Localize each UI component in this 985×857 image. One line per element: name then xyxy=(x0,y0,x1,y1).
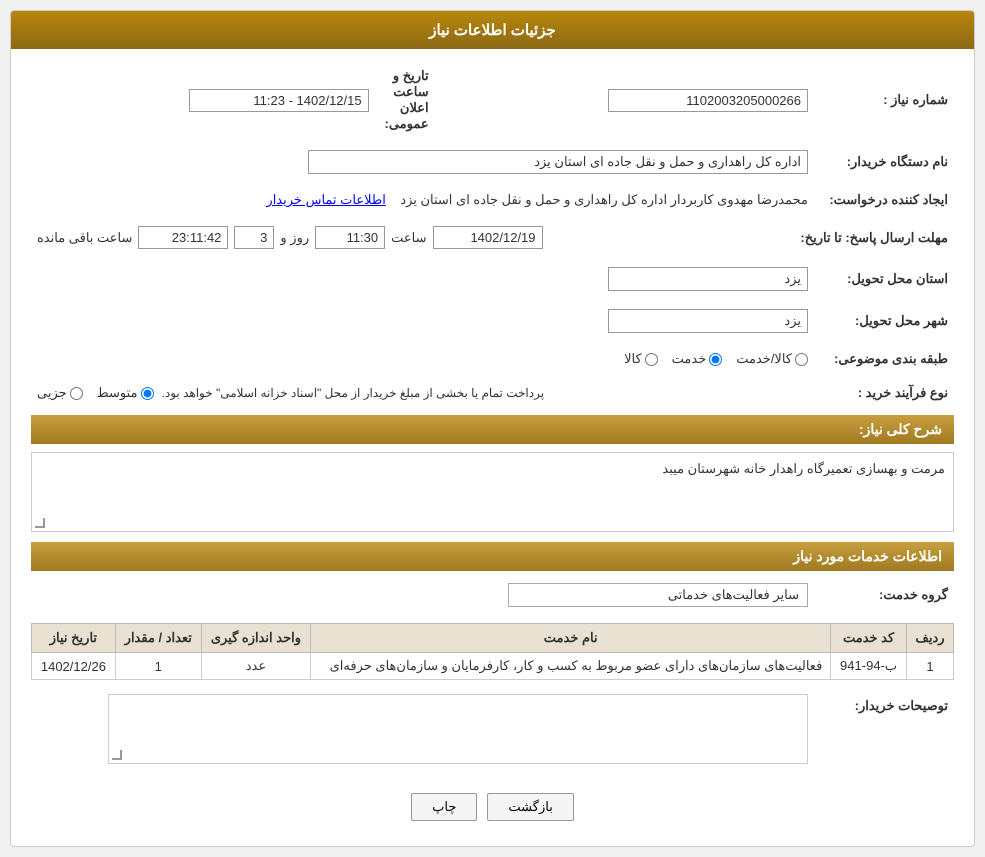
col-header-unit: واحد اندازه گیری xyxy=(201,624,310,653)
deadline-time: 11:30 xyxy=(315,226,385,249)
buyer-comments-box xyxy=(108,694,808,764)
card-body: شماره نیاز : 1102003205000266 تاریخ و سا… xyxy=(11,49,974,846)
category-radio-group: کالا/خدمت خدمت کالا xyxy=(37,351,808,367)
description-section-header: شرح کلی نیاز: xyxy=(31,415,954,444)
description-text: مرمت و بهسازی تعمیرگاه راهدار خانه شهرست… xyxy=(32,453,953,485)
cell-code: ب-94-941 xyxy=(831,653,907,680)
cell-name: فعالیت‌های سازمان‌های دارای عضو مربوط به… xyxy=(311,653,831,680)
requester-value: محمدرضا مهدوی کاربردار اداره کل راهداری … xyxy=(400,192,808,207)
col-header-name: نام خدمت xyxy=(311,624,831,653)
cell-quantity: 1 xyxy=(115,653,201,680)
resize-handle-icon xyxy=(35,518,45,528)
deadline-days: 3 xyxy=(234,226,274,249)
print-button[interactable]: چاپ xyxy=(411,793,477,821)
niaaz-number-value: 1102003205000266 xyxy=(608,89,808,112)
city-label: شهر محل تحویل: xyxy=(814,305,954,337)
description-area: مرمت و بهسازی تعمیرگاه راهدار خانه شهرست… xyxy=(31,452,954,532)
contact-link[interactable]: اطلاعات تماس خریدار xyxy=(266,192,385,207)
deadline-row: 1402/12/19 ساعت 11:30 روز و 3 23:11:42 س… xyxy=(37,226,788,249)
col-header-date: تاریخ نیاز xyxy=(32,624,116,653)
deadline-remaining-label: ساعت باقی مانده xyxy=(37,230,132,246)
requester-label: ایجاد کننده درخواست: xyxy=(814,188,954,212)
announcement-time-value: 1402/12/15 - 11:23 xyxy=(189,89,369,112)
info-table-province: استان محل تحویل: یزد xyxy=(31,263,954,295)
buyer-org-label: نام دستگاه خریدار: xyxy=(814,146,954,178)
buyer-org-value: اداره کل راهداری و حمل و نقل جاده ای است… xyxy=(308,150,808,174)
table-row: 1 ب-94-941 فعالیت‌های سازمان‌های دارای ع… xyxy=(32,653,954,680)
category-radio-kala-khedmat[interactable]: کالا/خدمت xyxy=(736,351,808,367)
category-radio-khedmat[interactable]: خدمت xyxy=(672,351,723,367)
process-radio-jozi[interactable]: جزیی xyxy=(37,385,83,401)
main-card: جزئیات اطلاعات نیاز شماره نیاز : 1102003… xyxy=(10,10,975,847)
back-button[interactable]: بازگشت xyxy=(487,793,573,821)
cell-row-num: 1 xyxy=(906,653,953,680)
info-table-top: شماره نیاز : 1102003205000266 تاریخ و سا… xyxy=(31,64,954,136)
process-radio-group: متوسط جزیی xyxy=(37,385,154,401)
col-header-row-num: ردیف xyxy=(906,624,953,653)
deadline-days-label: روز و xyxy=(280,230,309,246)
deadline-remaining: 23:11:42 xyxy=(138,226,228,249)
service-group-label: گروه خدمت: xyxy=(814,579,954,611)
niaaz-number-label: شماره نیاز : xyxy=(814,64,954,136)
city-value: یزد xyxy=(608,309,808,333)
info-table-deadline: مهلت ارسال پاسخ: تا تاریخ: 1402/12/19 سا… xyxy=(31,222,954,253)
info-table-org: نام دستگاه خریدار: اداره کل راهداری و حم… xyxy=(31,146,954,178)
info-table-comments: توصیحات خریدار: xyxy=(31,690,954,768)
service-table: ردیف کد خدمت نام خدمت واحد اندازه گیری ت… xyxy=(31,623,954,680)
cell-date: 1402/12/26 xyxy=(32,653,116,680)
comments-resize-icon xyxy=(112,750,122,760)
process-label: نوع فرآیند خرید : xyxy=(814,381,954,405)
deadline-label: مهلت ارسال پاسخ: تا تاریخ: xyxy=(794,222,954,253)
category-label: طبقه بندی موضوعی: xyxy=(814,347,954,371)
page-container: جزئیات اطلاعات نیاز شماره نیاز : 1102003… xyxy=(0,0,985,857)
info-table-city: شهر محل تحویل: یزد xyxy=(31,305,954,337)
info-table-category: طبقه بندی موضوعی: کالا/خدمت خدمت xyxy=(31,347,954,371)
process-note: پرداخت تمام یا بخشی از مبلغ خریدار از مح… xyxy=(162,386,545,400)
category-radio-kala[interactable]: کالا xyxy=(624,351,658,367)
province-value: یزد xyxy=(608,267,808,291)
info-table-requester: ایجاد کننده درخواست: محمدرضا مهدوی کاربر… xyxy=(31,188,954,212)
service-group-value: سایر فعالیت‌های خدماتی xyxy=(508,583,808,607)
info-table-process: نوع فرآیند خرید : پرداخت تمام یا بخشی از… xyxy=(31,381,954,405)
action-buttons: بازگشت چاپ xyxy=(31,783,954,831)
col-header-quantity: تعداد / مقدار xyxy=(115,624,201,653)
buyer-comments-label: توصیحات خریدار: xyxy=(814,690,954,768)
col-header-code: کد خدمت xyxy=(831,624,907,653)
deadline-date: 1402/12/19 xyxy=(433,226,543,249)
info-table-service-group: گروه خدمت: سایر فعالیت‌های خدماتی xyxy=(31,579,954,611)
announcement-time-label: تاریخ و ساعت اعلان عمومی: xyxy=(375,64,435,136)
header-title: جزئیات اطلاعات نیاز xyxy=(429,22,556,39)
card-header: جزئیات اطلاعات نیاز xyxy=(11,11,974,49)
service-section-header: اطلاعات خدمات مورد نیاز xyxy=(31,542,954,571)
process-radio-motevaset[interactable]: متوسط xyxy=(97,385,154,401)
province-label: استان محل تحویل: xyxy=(814,263,954,295)
cell-unit: عدد xyxy=(201,653,310,680)
deadline-time-label: ساعت xyxy=(391,230,426,246)
